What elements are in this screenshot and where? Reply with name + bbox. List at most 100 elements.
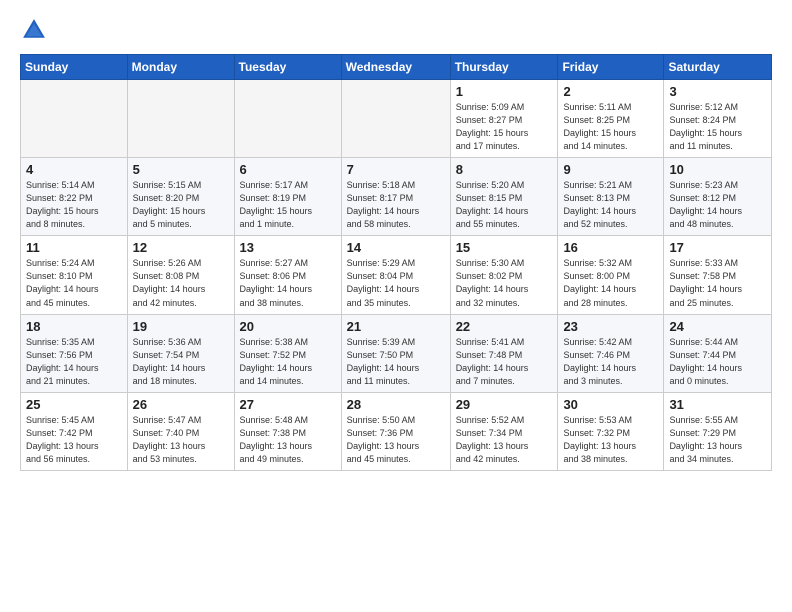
day-number: 12	[133, 240, 229, 255]
day-info: Sunrise: 5:21 AM Sunset: 8:13 PM Dayligh…	[563, 179, 658, 231]
calendar-cell	[127, 80, 234, 158]
day-info: Sunrise: 5:42 AM Sunset: 7:46 PM Dayligh…	[563, 336, 658, 388]
day-number: 20	[240, 319, 336, 334]
day-info: Sunrise: 5:29 AM Sunset: 8:04 PM Dayligh…	[347, 257, 445, 309]
day-number: 13	[240, 240, 336, 255]
calendar-cell: 18 Sunrise: 5:35 AM Sunset: 7:56 PM Dayli…	[21, 314, 128, 392]
day-info: Sunrise: 5:52 AM Sunset: 7:34 PM Dayligh…	[456, 414, 553, 466]
calendar-cell: 3Sunrise: 5:12 AM Sunset: 8:24 PM Daylig…	[664, 80, 772, 158]
calendar-cell: 17 Sunrise: 5:33 AM Sunset: 7:58 PM Dayli…	[664, 236, 772, 314]
calendar-cell: 6 Sunrise: 5:17 AM Sunset: 8:19 PM Daylig…	[234, 158, 341, 236]
calendar-cell: 20Sunrise: 5:38 AM Sunset: 7:52 PM Dayli…	[234, 314, 341, 392]
calendar-cell: 11 Sunrise: 5:24 AM Sunset: 8:10 PM Dayli…	[21, 236, 128, 314]
day-info: Sunrise: 5:15 AM Sunset: 8:20 PM Dayligh…	[133, 179, 229, 231]
day-number: 22	[456, 319, 553, 334]
calendar-cell: 31Sunrise: 5:55 AM Sunset: 7:29 PM Dayli…	[664, 392, 772, 470]
calendar-cell: 4 Sunrise: 5:14 AM Sunset: 8:22 PM Daylig…	[21, 158, 128, 236]
day-info: Sunrise: 5:33 AM Sunset: 7:58 PM Dayligh…	[669, 257, 766, 309]
day-number: 4	[26, 162, 122, 177]
day-info: Sunrise: 5:23 AM Sunset: 8:12 PM Dayligh…	[669, 179, 766, 231]
day-number: 6	[240, 162, 336, 177]
day-number: 15	[456, 240, 553, 255]
day-info: Sunrise: 5:17 AM Sunset: 8:19 PM Dayligh…	[240, 179, 336, 231]
calendar-cell: 26Sunrise: 5:47 AM Sunset: 7:40 PM Dayli…	[127, 392, 234, 470]
calendar-week-row: 11 Sunrise: 5:24 AM Sunset: 8:10 PM Dayli…	[21, 236, 772, 314]
day-info: Sunrise: 5:48 AM Sunset: 7:38 PM Dayligh…	[240, 414, 336, 466]
calendar-cell: 8Sunrise: 5:20 AM Sunset: 8:15 PM Daylig…	[450, 158, 558, 236]
calendar-week-row: 25 Sunrise: 5:45 AM Sunset: 7:42 PM Dayli…	[21, 392, 772, 470]
weekday-header: Sunday	[21, 55, 128, 80]
day-number: 10	[669, 162, 766, 177]
calendar-cell	[341, 80, 450, 158]
day-info: Sunrise: 5:45 AM Sunset: 7:42 PM Dayligh…	[26, 414, 122, 466]
day-info: Sunrise: 5:55 AM Sunset: 7:29 PM Dayligh…	[669, 414, 766, 466]
calendar-cell: 24 Sunrise: 5:44 AM Sunset: 7:44 PM Dayli…	[664, 314, 772, 392]
calendar: SundayMondayTuesdayWednesdayThursdayFrid…	[20, 54, 772, 471]
day-info: Sunrise: 5:09 AM Sunset: 8:27 PM Dayligh…	[456, 101, 553, 153]
calendar-cell: 19 Sunrise: 5:36 AM Sunset: 7:54 PM Dayli…	[127, 314, 234, 392]
day-info: Sunrise: 5:24 AM Sunset: 8:10 PM Dayligh…	[26, 257, 122, 309]
day-number: 19	[133, 319, 229, 334]
day-number: 11	[26, 240, 122, 255]
day-number: 16	[563, 240, 658, 255]
day-number: 2	[563, 84, 658, 99]
day-info: Sunrise: 5:32 AM Sunset: 8:00 PM Dayligh…	[563, 257, 658, 309]
logo-icon	[20, 16, 48, 44]
day-number: 30	[563, 397, 658, 412]
day-info: Sunrise: 5:27 AM Sunset: 8:06 PM Dayligh…	[240, 257, 336, 309]
day-number: 8	[456, 162, 553, 177]
page: SundayMondayTuesdayWednesdayThursdayFrid…	[0, 0, 792, 612]
day-info: Sunrise: 5:50 AM Sunset: 7:36 PM Dayligh…	[347, 414, 445, 466]
weekday-header: Wednesday	[341, 55, 450, 80]
weekday-header: Saturday	[664, 55, 772, 80]
day-number: 29	[456, 397, 553, 412]
weekday-header-row: SundayMondayTuesdayWednesdayThursdayFrid…	[21, 55, 772, 80]
calendar-cell: 7 Sunrise: 5:18 AM Sunset: 8:17 PM Daylig…	[341, 158, 450, 236]
calendar-cell: 22Sunrise: 5:41 AM Sunset: 7:48 PM Dayli…	[450, 314, 558, 392]
calendar-cell	[21, 80, 128, 158]
calendar-cell: 23Sunrise: 5:42 AM Sunset: 7:46 PM Dayli…	[558, 314, 664, 392]
day-number: 1	[456, 84, 553, 99]
calendar-cell	[234, 80, 341, 158]
calendar-cell: 9 Sunrise: 5:21 AM Sunset: 8:13 PM Daylig…	[558, 158, 664, 236]
calendar-cell: 16 Sunrise: 5:32 AM Sunset: 8:00 PM Dayli…	[558, 236, 664, 314]
calendar-cell: 21Sunrise: 5:39 AM Sunset: 7:50 PM Dayli…	[341, 314, 450, 392]
weekday-header: Friday	[558, 55, 664, 80]
weekday-header: Monday	[127, 55, 234, 80]
day-number: 27	[240, 397, 336, 412]
calendar-cell: 30Sunrise: 5:53 AM Sunset: 7:32 PM Dayli…	[558, 392, 664, 470]
day-number: 18	[26, 319, 122, 334]
calendar-cell: 2 Sunrise: 5:11 AM Sunset: 8:25 PM Daylig…	[558, 80, 664, 158]
header	[20, 16, 772, 44]
calendar-cell: 15 Sunrise: 5:30 AM Sunset: 8:02 PM Dayli…	[450, 236, 558, 314]
day-info: Sunrise: 5:44 AM Sunset: 7:44 PM Dayligh…	[669, 336, 766, 388]
day-info: Sunrise: 5:35 AM Sunset: 7:56 PM Dayligh…	[26, 336, 122, 388]
day-number: 26	[133, 397, 229, 412]
day-number: 17	[669, 240, 766, 255]
calendar-cell: 13 Sunrise: 5:27 AM Sunset: 8:06 PM Dayli…	[234, 236, 341, 314]
calendar-cell: 29 Sunrise: 5:52 AM Sunset: 7:34 PM Dayli…	[450, 392, 558, 470]
calendar-week-row: 18 Sunrise: 5:35 AM Sunset: 7:56 PM Dayli…	[21, 314, 772, 392]
day-number: 7	[347, 162, 445, 177]
calendar-week-row: 4 Sunrise: 5:14 AM Sunset: 8:22 PM Daylig…	[21, 158, 772, 236]
calendar-cell: 25 Sunrise: 5:45 AM Sunset: 7:42 PM Dayli…	[21, 392, 128, 470]
day-info: Sunrise: 5:30 AM Sunset: 8:02 PM Dayligh…	[456, 257, 553, 309]
day-number: 25	[26, 397, 122, 412]
day-info: Sunrise: 5:36 AM Sunset: 7:54 PM Dayligh…	[133, 336, 229, 388]
day-info: Sunrise: 5:18 AM Sunset: 8:17 PM Dayligh…	[347, 179, 445, 231]
day-info: Sunrise: 5:26 AM Sunset: 8:08 PM Dayligh…	[133, 257, 229, 309]
day-number: 28	[347, 397, 445, 412]
day-info: Sunrise: 5:14 AM Sunset: 8:22 PM Dayligh…	[26, 179, 122, 231]
calendar-cell: 10 Sunrise: 5:23 AM Sunset: 8:12 PM Dayli…	[664, 158, 772, 236]
calendar-cell: 27 Sunrise: 5:48 AM Sunset: 7:38 PM Dayli…	[234, 392, 341, 470]
day-number: 5	[133, 162, 229, 177]
day-number: 24	[669, 319, 766, 334]
weekday-header: Tuesday	[234, 55, 341, 80]
day-info: Sunrise: 5:11 AM Sunset: 8:25 PM Dayligh…	[563, 101, 658, 153]
calendar-cell: 5 Sunrise: 5:15 AM Sunset: 8:20 PM Daylig…	[127, 158, 234, 236]
calendar-cell: 12 Sunrise: 5:26 AM Sunset: 8:08 PM Dayli…	[127, 236, 234, 314]
calendar-cell: 28 Sunrise: 5:50 AM Sunset: 7:36 PM Dayli…	[341, 392, 450, 470]
day-info: Sunrise: 5:12 AM Sunset: 8:24 PM Dayligh…	[669, 101, 766, 153]
calendar-cell: 14Sunrise: 5:29 AM Sunset: 8:04 PM Dayli…	[341, 236, 450, 314]
day-number: 9	[563, 162, 658, 177]
